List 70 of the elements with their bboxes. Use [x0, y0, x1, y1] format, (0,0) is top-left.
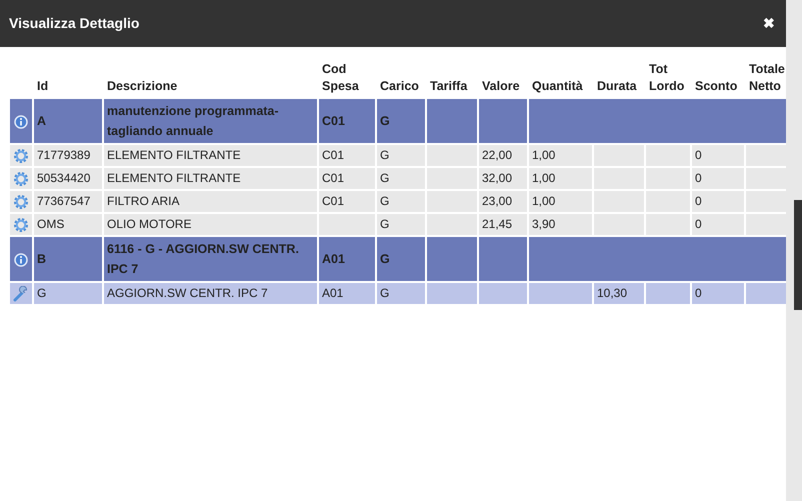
table-cell: B [34, 237, 102, 281]
table-cell [529, 283, 592, 304]
table-cell: OMS [34, 214, 102, 235]
table-cell: G [377, 99, 425, 143]
table-cell: AGGIORN.SW CENTR. IPC 7 [104, 283, 317, 304]
table-cell: 50534420 [34, 168, 102, 189]
table-cell: 0 [692, 214, 744, 235]
table-cell [479, 99, 527, 143]
wrench-icon[interactable] [13, 286, 29, 302]
table-cell: 71779389 [34, 145, 102, 166]
table-cell: 10,30 [594, 283, 644, 304]
table-cell: manutenzione programmata-tagliando annuale [104, 99, 317, 143]
table-cell: ELEMENTO FILTRANTE [104, 168, 317, 189]
table-cell: 0 [692, 145, 744, 166]
table-cell: 0 [692, 283, 744, 304]
scrollbar-thumb[interactable] [794, 200, 802, 310]
table-cell: ELEMENTO FILTRANTE [104, 145, 317, 166]
column-header: Durata [597, 79, 637, 93]
table-cell: C01 [319, 99, 375, 143]
table-cell: 1,00 [529, 168, 592, 189]
column-header: Sconto [695, 79, 738, 93]
column-header: Cod Spesa [322, 62, 359, 93]
column-header: Id [37, 79, 48, 93]
table-cell: C01 [319, 145, 375, 166]
table-cell [427, 283, 477, 304]
window-title: Visualizza Dettaglio [9, 14, 140, 33]
table-cell: A01 [319, 237, 375, 281]
table-cell: 32,00 [479, 168, 527, 189]
table-cell: C01 [319, 191, 375, 212]
table-cell: G [377, 237, 425, 281]
table-cell: A [34, 99, 102, 143]
table-cell [646, 283, 690, 304]
table-cell: 6116 - G - AGGIORN.SW CENTR. IPC 7 [104, 237, 317, 281]
table-cell: OLIO MOTORE [104, 214, 317, 235]
table-cell: 3,90 [529, 214, 592, 235]
table-cell: G [377, 168, 425, 189]
table-cell: FILTRO ARIA [104, 191, 317, 212]
column-header: Tariffa [430, 79, 468, 93]
table-cell: G [377, 214, 425, 235]
table-cell: 1,00 [529, 191, 592, 212]
info-icon[interactable] [13, 252, 29, 268]
gear-icon[interactable] [13, 217, 29, 234]
table-cell [479, 283, 527, 304]
column-header: Totale Netto [749, 62, 785, 93]
table-cell: G [377, 145, 425, 166]
table-cell: C01 [319, 168, 375, 189]
table-cell: 21,45 [479, 214, 527, 235]
column-header: Quantità [532, 79, 583, 93]
table-cell: 0 [692, 168, 744, 189]
table-cell [427, 99, 477, 143]
table-cell: 77367547 [34, 191, 102, 212]
table-cell: A01 [319, 283, 375, 304]
gear-icon[interactable] [13, 194, 29, 210]
column-header: Carico [380, 79, 419, 93]
gear-icon[interactable] [13, 148, 29, 164]
table-cell [427, 237, 477, 281]
table-cell: 1,00 [529, 145, 592, 166]
info-icon[interactable] [13, 114, 29, 130]
table-cell: G [377, 191, 425, 212]
table-cell: 22,00 [479, 145, 527, 166]
gear-icon[interactable] [13, 171, 29, 188]
close-button[interactable]: ✖ [763, 13, 775, 34]
table-cell: 23,00 [479, 191, 527, 212]
column-header: Valore [482, 79, 520, 93]
table-cell: 0 [692, 191, 744, 212]
table-cell: G [377, 283, 425, 304]
column-header: Descrizione [107, 79, 178, 93]
table-cell: G [34, 283, 102, 304]
table-cell [479, 237, 527, 281]
column-header: Tot Lordo [649, 62, 684, 93]
